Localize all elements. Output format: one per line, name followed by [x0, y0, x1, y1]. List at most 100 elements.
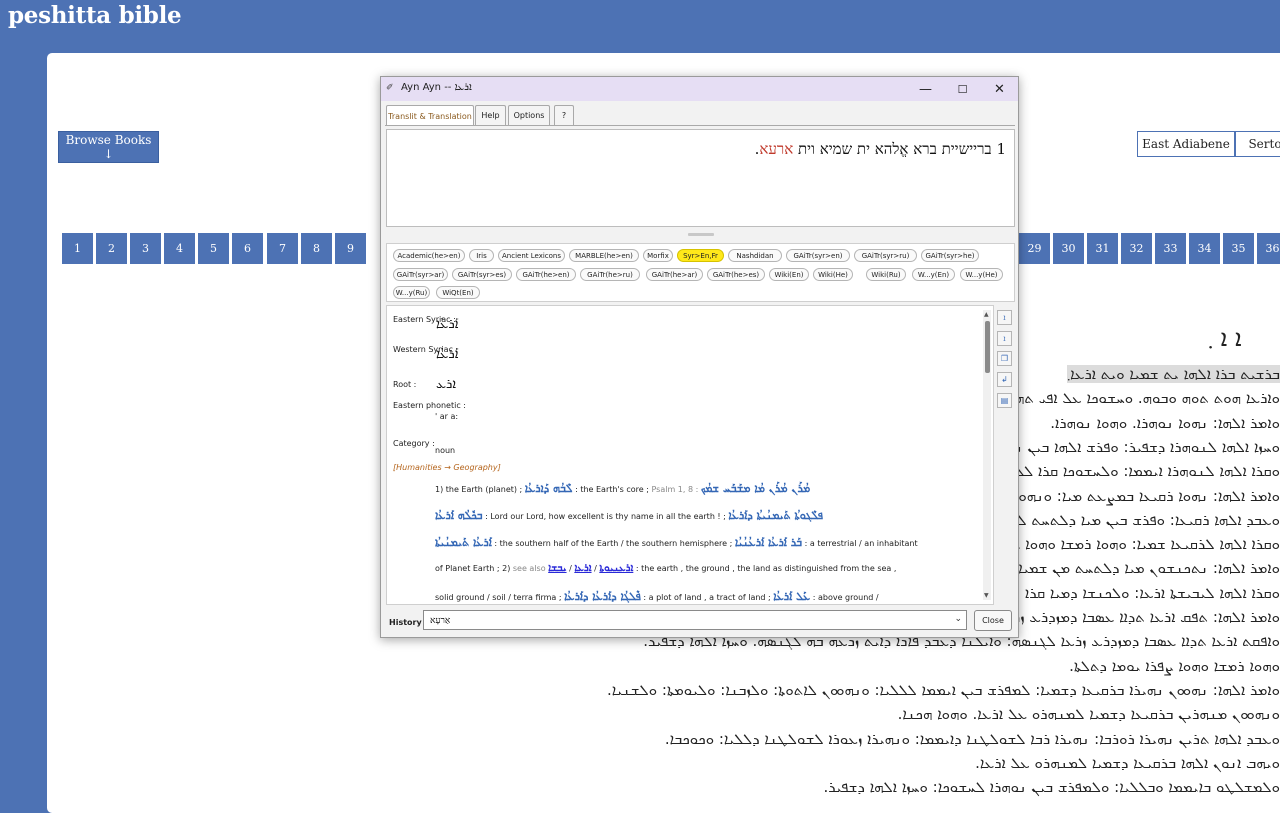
lexicon-chip[interactable]: GAiTr(he>ru)	[580, 268, 640, 281]
chapter-1-button[interactable]: 1	[62, 233, 93, 264]
verse-line[interactable]: ܘܐܡܪ ܐܠܗܐ: ܬܦܩ ܐܪܥܐ ܬܕܐܐ ܥܣܒܐ ܕܡܙܕܪܥ ܙܪܥ…	[999, 608, 1280, 626]
verse-line[interactable]: ܘܢܗܘܘܢ ܡܢܗܪܝܢ ܒܪܩܝܥܐ ܕܫܡܝܐ ܠܡܢܗܪܘ ܥܠ ܐܪܥ…	[898, 705, 1280, 723]
copy-icon[interactable]: ❐	[997, 351, 1012, 366]
definition-text: : the Earth's core ;	[572, 485, 652, 494]
tab-divider	[385, 125, 1015, 126]
tab-question[interactable]: ?	[554, 105, 574, 125]
dialect-serto[interactable]: Serto	[1235, 131, 1280, 157]
dialect-east-adiabene[interactable]: East Adiabene	[1137, 131, 1235, 157]
tab-translit-translation[interactable]: Translit & Translation	[386, 105, 474, 126]
insert-icon[interactable]: ↲	[997, 372, 1012, 387]
lexicon-chip[interactable]: GAiTr(syr>en)	[786, 249, 850, 262]
lexicon-chip[interactable]: Academic(he>en)	[393, 249, 465, 262]
lexicon-chip[interactable]: GAiTr(syr>es)	[452, 268, 512, 281]
scroll-up-arrow[interactable]: ▲	[984, 311, 989, 318]
splitter-handle[interactable]	[688, 233, 714, 236]
verse-line[interactable]: ܘܐܡܪ ܐܠܗܐ: ܢܬܟܢܫܘܢ ܡܝܐ ܕܠܬܚܬ ܡܢ ܫܡܝܐ ܠܕܘ…	[976, 559, 1280, 577]
chapter-33-button[interactable]: 33	[1155, 233, 1186, 264]
lexicon-chip[interactable]: GAiTr(syr>ar)	[393, 268, 448, 281]
chapter-35-button[interactable]: 35	[1223, 233, 1254, 264]
definition-text: : a plot of land , a tract of land ;	[640, 593, 774, 602]
see-also-link[interactable]: ܝܒܫܐ	[548, 563, 566, 574]
lexicon-chip[interactable]: Ancient Lexicons	[498, 249, 565, 262]
verse-line[interactable]: ܘܚܙܐ ܐܠܗܐ ܠܢܘܗܪܐ ܕܫܦܝܪ: ܘܦܪܫ ܐܠܗܐ ܒܝܢ ܢܘ…	[986, 438, 1280, 456]
lexicon-chip[interactable]: Morfix	[643, 249, 673, 262]
minimize-button[interactable]: —	[907, 77, 944, 101]
see-also-link[interactable]: ܐܪܥܐ	[574, 563, 591, 574]
definition-text: : a terrestrial / an inhabitant	[802, 539, 918, 548]
lexicon-chip[interactable]: MARBLE(he>en)	[569, 249, 639, 262]
verse-line[interactable]: ܘܠܡܫܠܛܘ ܒܐܝܡܡܐ ܘܒܠܠܝܐ: ܘܠܡܦܪܫ ܒܝܢ ܢܘܗܪܐ …	[823, 778, 1280, 796]
site-title[interactable]: peshitta bible	[8, 2, 182, 29]
verse-line[interactable]: ܘܐܡܪ ܐܠܗܐ: ܢܗܘܐ ܪܩܝܥܐ ܒܡܨܥܬ ܡܝܐ: ܘܢܗܘܐ ܦ…	[985, 487, 1280, 505]
scrollbar-thumb[interactable]	[985, 321, 990, 373]
close-window-button[interactable]: ✕	[981, 77, 1018, 101]
lexicon-chip[interactable]: GAiTr(syr>ru)	[854, 249, 917, 262]
window-titlebar[interactable]: ✐ Ayn Ayn -- ܐܪܥܐ — ☐ ✕	[381, 77, 1018, 101]
lexicon-chip[interactable]: W...y(He)	[960, 268, 1003, 281]
lexicon-chip[interactable]: Wiki(Ru)	[866, 268, 906, 281]
lexicon-chip[interactable]: W...y(En)	[912, 268, 955, 281]
syriac-phrase: ܒܟܽܠܳܗ ܐܰܪܥܳܐ	[435, 509, 483, 522]
chapter-32-button[interactable]: 32	[1121, 233, 1152, 264]
lexicon-chip[interactable]: Wiki(En)	[769, 268, 809, 281]
see-also-link[interactable]: ܐܪܥܢܝܘܬܐ	[599, 563, 633, 574]
close-button[interactable]: Close	[974, 610, 1012, 631]
lexicon-chip[interactable]: GAiTr(he>es)	[707, 268, 765, 281]
tab-help[interactable]: Help	[475, 105, 506, 125]
definition-text: Psalm 1, 8 :	[651, 485, 701, 494]
chapter-31-button[interactable]: 31	[1087, 233, 1118, 264]
chapter-6-button[interactable]: 6	[232, 233, 263, 264]
lexicon-chip[interactable]: Nashdidan	[728, 249, 782, 262]
root-word: ܐܪܥ	[436, 377, 456, 392]
lexicon-chip[interactable]: Wiki(He)	[813, 268, 853, 281]
history-dropdown[interactable]: אַרעָא ⌄	[423, 610, 967, 630]
lexicon-chip[interactable]: GAiTr(he>ar)	[646, 268, 703, 281]
lexicon-chip[interactable]: Iris	[469, 249, 494, 262]
verse-text-area[interactable]: 1 בריישיית ברא אֱלהא ית שמיא וית ארעא.	[386, 129, 1015, 227]
chapter-2-button[interactable]: 2	[96, 233, 127, 264]
chapter-9-button[interactable]: 9	[335, 233, 366, 264]
domain-label: [Humanities → Geography]	[393, 463, 501, 472]
chapter-29-button[interactable]: 29	[1019, 233, 1050, 264]
verse-line[interactable]: ܘܥܒܕ ܐܠܗܐ ܬܪܝܢ ܢܗܝܪܐ ܪܘܪܒܐ: ܢܗܝܪܐ ܪܒܐ ܠܫ…	[665, 730, 1280, 748]
browse-books-button[interactable]: Browse Books ↓	[58, 131, 159, 163]
clipboard-icon[interactable]: ▤	[997, 393, 1012, 408]
chapter-7-button[interactable]: 7	[267, 233, 298, 264]
chapter-4-button[interactable]: 4	[164, 233, 195, 264]
verse-line[interactable]: ܘܩܪܐ ܐܠܗܐ ܠܢܘܗܪܐ ܐܝܡܡܐ: ܘܠܚܫܘܟܐ ܩܪܐ ܠܠܝܐ	[1005, 462, 1280, 480]
definition-text: see also	[512, 564, 549, 573]
hebrew-verse: 1 בריישיית ברא אֱלהא ית שמיא וית ארעא.	[755, 140, 1006, 159]
verse-line[interactable]: ܘܩܪܐ ܐܠܗܐ ܠܝܒܝܫܬܐ ܐܪܥܐ: ܘܠܟܢܫܐ ܕܡܝܐ ܩܪܐ	[1025, 584, 1280, 602]
lexicon-chip[interactable]: Syr>En,Fr	[677, 249, 724, 262]
definition-line: of Planet Earth ; 2) see also ܐܪܥܢܝܘܬܐ /…	[435, 563, 896, 574]
verse-line[interactable]: ܘܐܡܪ ܐܠܗܐ: ܢܗܘܘܢ ܢܗܝܪܐ ܒܪܩܝܥܐ ܕܫܡܝܐ: ܠܡܦ…	[607, 681, 1280, 699]
lexicon-chip[interactable]: GAiTr(he>en)	[516, 268, 576, 281]
chapter-3-button[interactable]: 3	[130, 233, 161, 264]
verse-line[interactable]: ܘܥܒܕ ܐܠܗܐ ܪܩܝܥܐ: ܘܦܪܫ ܒܝܢ ܡܝܐ ܕܠܬܚܬ ܠܪܩܝ…	[983, 511, 1280, 529]
copy-western-icon[interactable]: ܐ	[997, 331, 1012, 346]
verse-line[interactable]: ܘܐܪܥܐ ܗܘܬ ܬܘܗ ܘܒܘܗ. ܘܚܫܘܟܐ ܥܠ ܐܦܝ ܬܗܘܡܐ.	[987, 389, 1280, 407]
chapter-30-button[interactable]: 30	[1053, 233, 1084, 264]
category-value: noun	[435, 446, 456, 455]
maximize-button[interactable]: ☐	[944, 77, 981, 101]
verse-line[interactable]: ܘܝܗܒ ܐܢܘܢ ܐܠܗܐ ܒܪܩܝܥܐ ܕܫܡܝܐ ܠܡܢܗܪܘ ܥܠ ܐܪ…	[975, 754, 1280, 772]
selected-word[interactable]: ארעא	[759, 140, 793, 158]
eastern-syriac-word: ܐܰܪܥܳܐ	[436, 317, 459, 332]
window-title: Ayn Ayn -- ܐܪܥܐ	[401, 82, 472, 93]
lexicon-chip[interactable]: GAiTr(syr>he)	[921, 249, 979, 262]
chapter-8-button[interactable]: 8	[301, 233, 332, 264]
verse-number: 1	[996, 140, 1006, 158]
verse-line[interactable]: ܘܗܘܐ ܪܡܫܐ ܘܗܘܐ ܨܦܪܐ ܝܘܡܐ ܕܬܠܬܐ.	[1069, 657, 1280, 675]
chapter-5-button[interactable]: 5	[198, 233, 229, 264]
copy-eastern-icon[interactable]: ܐ	[997, 310, 1012, 325]
verse-line[interactable]: ܒܪܫܝܬ ܒܪܐ ܐܠܗܐ ܝܬ ܫܡܝܐ ܘܝܬ ܐܪܥܐ܂	[1067, 365, 1280, 383]
lexicon-chip[interactable]: W...y(Ru)	[393, 286, 430, 299]
verse-line[interactable]: ܘܐܡܪ ܐܠܗܐ: ܢܗܘܐ ܢܘܗܪܐ. ܘܗܘܐ ܢܘܗܪܐ.	[1050, 414, 1280, 432]
verse-line[interactable]: ܘܩܪܐ ܐܠܗܐ ܠܪܩܝܥܐ ܫܡܝܐ: ܘܗܘܐ ܪܡܫܐ ܘܗܘܐ ܨܦ…	[992, 535, 1280, 553]
chapter-36-button[interactable]: 36	[1257, 233, 1280, 264]
tab-options[interactable]: Options	[508, 105, 550, 125]
chapter-34-button[interactable]: 34	[1189, 233, 1220, 264]
scroll-down-arrow[interactable]: ▼	[984, 592, 989, 599]
lexicon-chip[interactable]: WiQt(En)	[436, 286, 480, 299]
